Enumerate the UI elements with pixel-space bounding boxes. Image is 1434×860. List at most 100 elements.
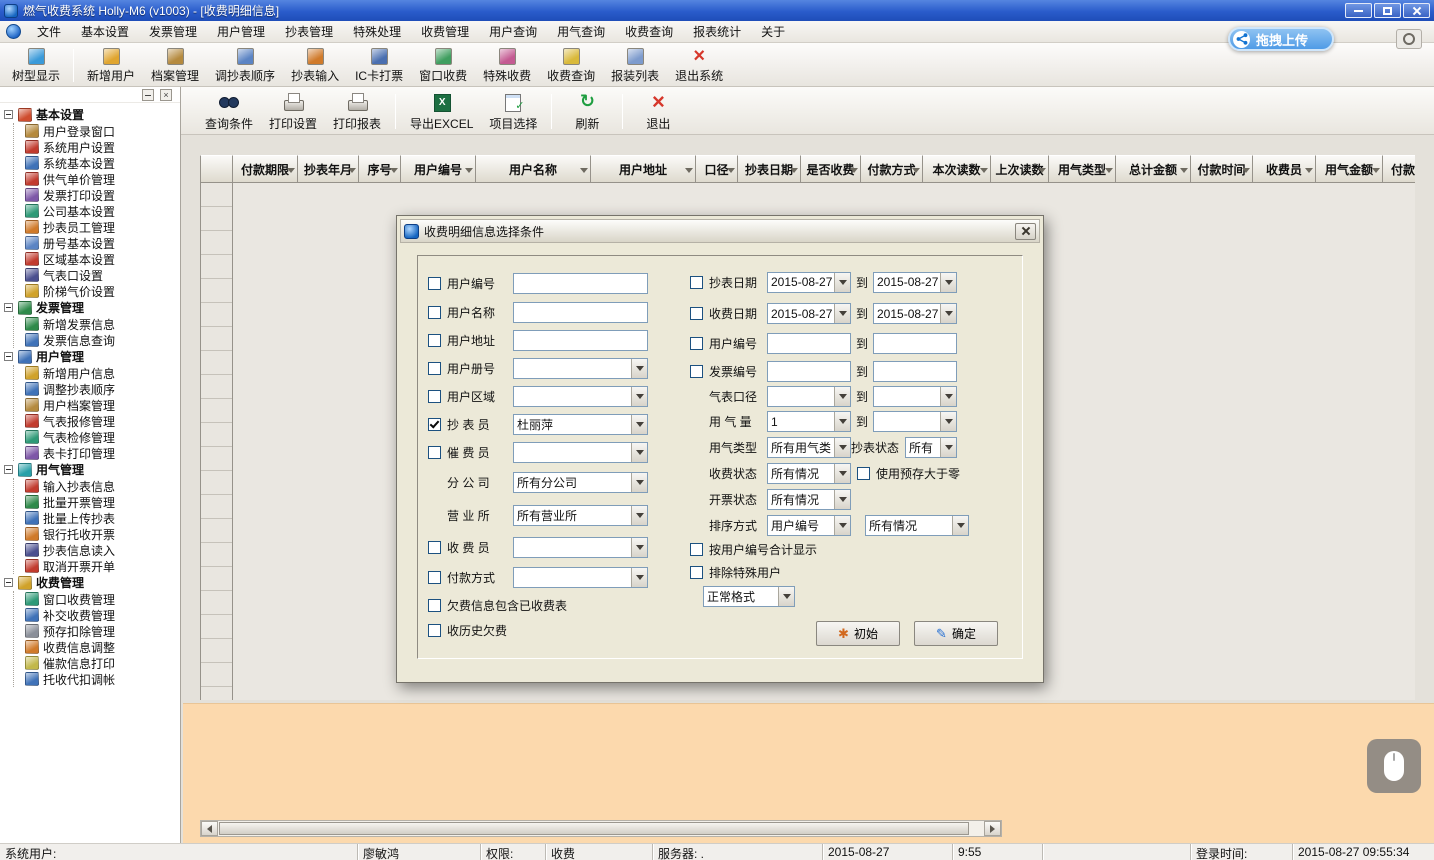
tree-item[interactable]: 阶梯气价设置 <box>24 283 180 299</box>
combo-arrow-button[interactable] <box>940 273 956 292</box>
text-input[interactable] <box>513 273 648 294</box>
combo-box[interactable]: 所有情况 <box>865 515 969 536</box>
checkbox[interactable] <box>428 277 441 290</box>
scroll-right-button[interactable] <box>984 821 1001 836</box>
checkbox[interactable] <box>428 418 441 431</box>
combo-box[interactable]: 正常格式 <box>703 586 795 607</box>
collapse-expander-icon[interactable] <box>4 352 13 361</box>
combo-arrow-button[interactable] <box>631 443 647 462</box>
sort-dropdown-icon[interactable] <box>912 168 920 173</box>
combo-arrow-button[interactable] <box>940 412 956 431</box>
toolbar-button-install-list[interactable]: 报装列表 <box>603 45 667 86</box>
combo-arrow-button[interactable] <box>834 490 850 509</box>
checkbox[interactable] <box>428 334 441 347</box>
tree-item[interactable]: 气表报修管理 <box>24 413 180 429</box>
text-input[interactable] <box>513 302 648 323</box>
combo-arrow-button[interactable] <box>834 387 850 406</box>
tree-category[interactable]: 用气管理 <box>4 461 180 478</box>
close-button[interactable] <box>1403 3 1430 18</box>
sort-dropdown-icon[interactable] <box>1305 168 1313 173</box>
sort-dropdown-icon[interactable] <box>850 168 858 173</box>
tree-item[interactable]: 气表口设置 <box>24 267 180 283</box>
scroll-left-button[interactable] <box>201 821 218 836</box>
sort-dropdown-icon[interactable] <box>1105 168 1113 173</box>
combo-arrow-button[interactable] <box>952 516 968 535</box>
sort-dropdown-icon[interactable] <box>1180 168 1188 173</box>
tree-panel-close-icon[interactable]: × <box>160 89 172 101</box>
tree-item[interactable]: 公司基本设置 <box>24 203 180 219</box>
tree-item[interactable]: 新增用户信息 <box>24 365 180 381</box>
tree-item[interactable]: 催款信息打印 <box>24 655 180 671</box>
sort-dropdown-icon[interactable] <box>580 168 588 173</box>
combo-arrow-button[interactable] <box>834 438 850 457</box>
tree-item[interactable]: 银行托收开票 <box>24 526 180 542</box>
menu-item-user-query[interactable]: 用户查询 <box>479 21 547 42</box>
text-input[interactable] <box>873 361 957 382</box>
column-header[interactable]: 上次读数 <box>991 155 1049 183</box>
checkbox[interactable] <box>428 446 441 459</box>
checkbox[interactable] <box>690 543 703 556</box>
tree-item[interactable]: 表卡打印管理 <box>24 445 180 461</box>
tree-item[interactable]: 系统用户设置 <box>24 139 180 155</box>
checkbox[interactable] <box>428 541 441 554</box>
combo-box[interactable] <box>513 567 648 588</box>
combo-box[interactable]: 所有情况 <box>767 489 851 510</box>
column-header[interactable]: 是否收费 <box>801 155 861 183</box>
toolbar-button-archive-mgmt[interactable]: 档案管理 <box>143 45 207 86</box>
combo-arrow-button[interactable] <box>631 359 647 378</box>
combo-box[interactable]: 2015-08-27 <box>767 272 851 293</box>
text-input[interactable] <box>767 361 851 382</box>
toolbar-button-meter-input[interactable]: 抄表输入 <box>283 45 347 86</box>
combo-arrow-button[interactable] <box>631 473 647 492</box>
tree-item[interactable]: 批量开票管理 <box>24 494 180 510</box>
horizontal-scrollbar[interactable] <box>200 820 1002 837</box>
tree-item[interactable]: 窗口收费管理 <box>24 591 180 607</box>
combo-box[interactable] <box>513 537 648 558</box>
checkbox[interactable] <box>690 337 703 350</box>
text-input[interactable] <box>513 330 648 351</box>
menu-item-user-mgmt[interactable]: 用户管理 <box>207 21 275 42</box>
sort-dropdown-icon[interactable] <box>287 168 295 173</box>
combo-box[interactable] <box>767 386 851 407</box>
menu-item-invoice-mgmt[interactable]: 发票管理 <box>139 21 207 42</box>
tree-category[interactable]: 基本设置 <box>4 106 180 123</box>
toolbar-button-refresh[interactable]: 刷新 <box>558 89 616 134</box>
column-header[interactable]: 口径 <box>696 155 738 183</box>
column-header[interactable]: 付款时间 <box>1191 155 1253 183</box>
tree-category[interactable]: 用户管理 <box>4 348 180 365</box>
tree-item[interactable]: 取消开票开单 <box>24 558 180 574</box>
sort-dropdown-icon[interactable] <box>685 168 693 173</box>
tree-item[interactable]: 补交收费管理 <box>24 607 180 623</box>
combo-arrow-button[interactable] <box>940 387 956 406</box>
menu-item-gas-query[interactable]: 用气查询 <box>547 21 615 42</box>
tree-item[interactable]: 调整抄表顺序 <box>24 381 180 397</box>
tree-item[interactable]: 册号基本设置 <box>24 235 180 251</box>
toolbar-button-tree-display[interactable]: 树型显示 <box>4 45 68 86</box>
combo-box[interactable] <box>513 442 648 463</box>
toolbar-button-window-fee[interactable]: 窗口收费 <box>411 45 475 86</box>
tree-item[interactable]: 发票信息查询 <box>24 332 180 348</box>
combo-arrow-button[interactable] <box>940 304 956 323</box>
combo-box[interactable]: 所有用气类 <box>767 437 851 458</box>
combo-arrow-button[interactable] <box>834 516 850 535</box>
column-header[interactable]: 抄表年月 <box>298 155 359 183</box>
menu-item-report-stats[interactable]: 报表统计 <box>683 21 751 42</box>
collapse-expander-icon[interactable] <box>4 578 13 587</box>
checkbox[interactable] <box>690 566 703 579</box>
init-button[interactable]: ✱初始 <box>816 621 900 646</box>
minimize-button[interactable] <box>1345 3 1372 18</box>
tree-item[interactable]: 输入抄表信息 <box>24 478 180 494</box>
collapse-expander-icon[interactable] <box>4 465 13 474</box>
toolbar-button-meter-order[interactable]: 调抄表顺序 <box>207 45 283 86</box>
toolbar-button-special-fee[interactable]: 特殊收费 <box>475 45 539 86</box>
column-header[interactable]: 付款金额 <box>1383 155 1415 183</box>
ok-button[interactable]: ✎确定 <box>914 621 998 646</box>
sort-dropdown-icon[interactable] <box>980 168 988 173</box>
column-header[interactable]: 总计金额 <box>1116 155 1191 183</box>
checkbox[interactable] <box>428 624 441 637</box>
sort-dropdown-icon[interactable] <box>1372 168 1380 173</box>
combo-arrow-button[interactable] <box>631 568 647 587</box>
combo-arrow-button[interactable] <box>834 412 850 431</box>
combo-box[interactable]: 用户编号 <box>767 515 851 536</box>
menu-item-fee-query[interactable]: 收费查询 <box>615 21 683 42</box>
